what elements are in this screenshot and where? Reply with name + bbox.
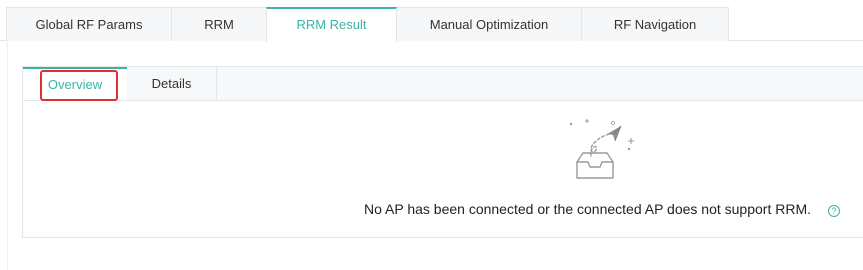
- tab-manual-optimization[interactable]: Manual Optimization: [396, 7, 582, 41]
- empty-inbox-paper-plane-icon: [569, 119, 634, 179]
- tab-rf-navigation[interactable]: RF Navigation: [581, 7, 729, 41]
- overview-content: [22, 100, 863, 238]
- top-tab-bar: Global RF Params RRM RRM Result Manual O…: [0, 0, 863, 42]
- sub-tab-bar: Overview Details: [22, 66, 863, 100]
- question-circle-icon[interactable]: ?: [828, 205, 840, 217]
- tab-overview[interactable]: Overview: [23, 67, 127, 100]
- tab-details[interactable]: Details: [127, 67, 217, 100]
- empty-state-message: No AP has been connected or the connecte…: [364, 201, 812, 217]
- tab-global-rf-params[interactable]: Global RF Params: [6, 7, 172, 41]
- tab-rrm[interactable]: RRM: [171, 7, 267, 41]
- tab-rrm-result[interactable]: RRM Result: [266, 7, 397, 42]
- panel-divider: [7, 41, 8, 270]
